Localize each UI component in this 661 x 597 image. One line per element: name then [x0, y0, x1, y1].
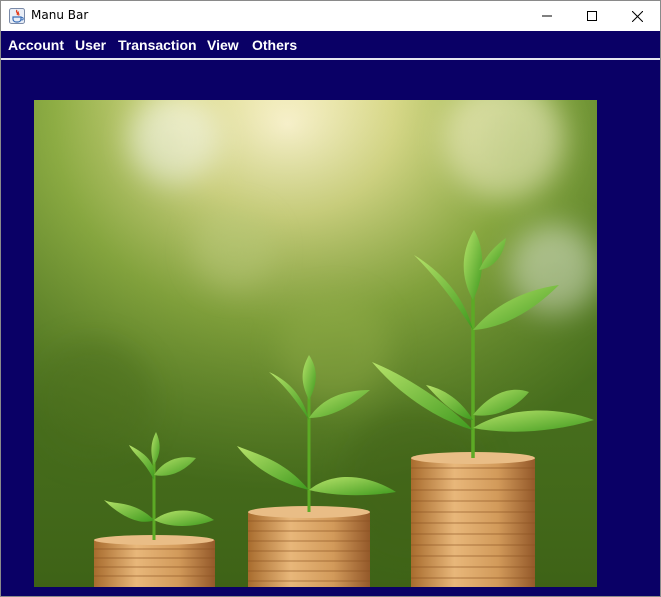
minimize-icon: [542, 11, 552, 21]
java-app-icon: [9, 8, 25, 24]
maximize-button[interactable]: [569, 1, 615, 31]
window-title: Manu Bar: [31, 8, 89, 22]
title-bar[interactable]: Manu Bar: [1, 1, 660, 31]
menu-account[interactable]: Account: [8, 37, 64, 53]
close-icon: [631, 10, 643, 22]
menu-others[interactable]: Others: [252, 37, 297, 53]
minimize-button[interactable]: [524, 1, 570, 31]
menu-user[interactable]: User: [75, 37, 106, 53]
app-window: Manu Bar Account User Transaction View O…: [0, 0, 661, 597]
close-button[interactable]: [614, 1, 660, 31]
coins-sprouts-image: [34, 100, 597, 587]
maximize-icon: [587, 11, 597, 21]
menu-view[interactable]: View: [207, 37, 239, 53]
menu-transaction[interactable]: Transaction: [118, 37, 197, 53]
menu-bar: Account User Transaction View Others: [1, 31, 660, 60]
content-panel: [1, 60, 660, 596]
